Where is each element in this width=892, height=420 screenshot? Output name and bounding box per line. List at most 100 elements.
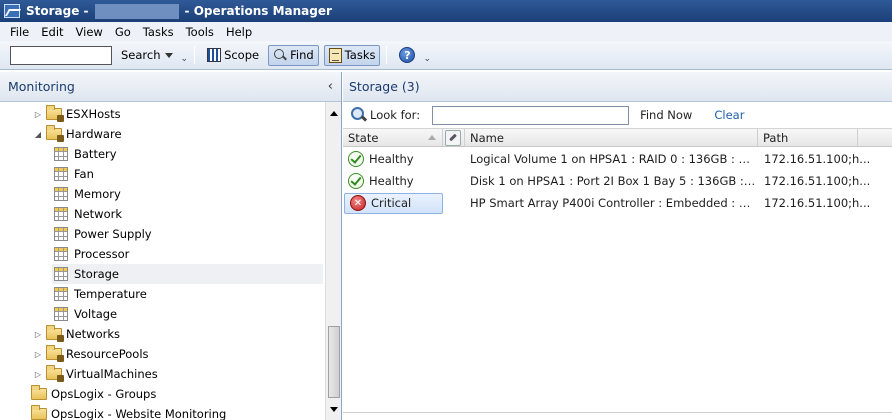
toolbar-overflow-icon[interactable]: ⌄ — [423, 54, 431, 64]
tree-item-voltage[interactable]: Voltage — [54, 304, 117, 324]
state-view-icon — [54, 167, 68, 181]
look-for-input[interactable] — [432, 105, 630, 125]
menu-edit[interactable]: Edit — [37, 25, 71, 39]
toolbar-overflow-icon[interactable]: ⌄ — [181, 54, 189, 64]
arrow-up-icon — [330, 110, 338, 116]
tree-item-storage[interactable]: Storage — [52, 264, 323, 284]
table-row[interactable]: ✕ Critical HP Smart Array P400i Controll… — [343, 192, 892, 214]
help-icon: ? — [399, 47, 416, 63]
tree-item-memory[interactable]: Memory — [54, 184, 121, 204]
column-header-maintenance[interactable] — [443, 129, 465, 146]
window-title-prefix: Storage - — [26, 4, 89, 18]
scope-button[interactable]: Scope — [203, 45, 263, 66]
tree-item-label: ResourcePools — [66, 347, 149, 361]
state-cell: ✕ Critical — [344, 192, 443, 214]
results-pane: Storage (3) Look for: Find Now Clear Sta… — [343, 72, 892, 420]
toolbar-separator — [386, 46, 388, 64]
menu-go[interactable]: Go — [111, 25, 139, 39]
sort-ascending-icon — [428, 135, 436, 140]
tasks-button[interactable]: Tasks — [323, 44, 381, 66]
column-header-label: State — [348, 130, 379, 145]
find-button[interactable]: Find — [268, 44, 319, 66]
search-dropdown-button[interactable]: Search — [117, 45, 177, 66]
name-cell: Disk 1 on HPSA1 : Port 2I Box 1 Bay 5 : … — [470, 174, 757, 188]
chevron-down-icon — [164, 52, 173, 58]
path-cell: 172.16.51.100;h... — [764, 152, 871, 166]
column-header-name[interactable]: Name — [465, 129, 758, 146]
healthy-check-icon — [348, 173, 364, 189]
clear-link[interactable]: Clear — [714, 108, 744, 122]
arrow-down-icon — [330, 406, 338, 412]
menu-help[interactable]: Help — [222, 25, 260, 39]
window-title-suffix: - Operations Manager — [184, 4, 332, 18]
tree-item-hardware[interactable]: ◢ Hardware — [33, 124, 122, 144]
scope-button-label: Scope — [224, 48, 260, 62]
menu-tasks[interactable]: Tasks — [139, 25, 182, 39]
expand-icon[interactable]: ▷ — [33, 110, 43, 119]
tree-item-label: OpsLogix - Groups — [51, 387, 157, 401]
tree-item-temperature[interactable]: Temperature — [54, 284, 147, 304]
tree-item-fan[interactable]: Fan — [54, 164, 94, 184]
path-cell: 172.16.51.100;h... — [764, 196, 871, 210]
look-for-label: Look for: — [370, 108, 421, 122]
state-view-icon — [54, 227, 68, 241]
results-pane-title: Storage (3) — [349, 79, 420, 94]
tree-item-label: Networks — [66, 327, 121, 341]
results-pane-header: Storage (3) — [343, 72, 892, 102]
tree-item-label: Voltage — [74, 307, 118, 321]
column-header-label: Path — [763, 130, 789, 145]
toolbar-search-input[interactable] — [10, 45, 112, 65]
expand-icon[interactable]: ▷ — [33, 370, 43, 379]
tree-item-network[interactable]: Network — [54, 204, 122, 224]
folder-icon — [46, 125, 64, 142]
column-header-label: Name — [470, 130, 504, 145]
tree-item-opslogix-groups[interactable]: OpsLogix - Groups — [31, 384, 156, 404]
state-cell: Healthy — [343, 148, 443, 170]
menu-view[interactable]: View — [72, 25, 111, 39]
state-view-icon — [54, 307, 68, 321]
tree-item-label: Power Supply — [74, 227, 152, 241]
find-now-button[interactable]: Find Now — [640, 108, 692, 122]
tree-item-label: VirtualMachines — [66, 367, 158, 381]
tree-item-opslogix-website-monitoring[interactable]: OpsLogix - Website Monitoring — [31, 404, 226, 420]
tree-item-battery[interactable]: Battery — [54, 144, 117, 164]
tree-item-processor[interactable]: Processor — [54, 244, 129, 264]
state-view-icon — [54, 267, 68, 281]
toolbar-separator — [194, 46, 196, 64]
magnifier-icon — [351, 107, 367, 123]
tree-item-resourcepools[interactable]: ▷ ResourcePools — [33, 344, 149, 364]
tree-vertical-scrollbar[interactable] — [325, 102, 341, 420]
tree-item-esxhosts[interactable]: ▷ ESXHosts — [33, 104, 121, 124]
collapse-pane-icon[interactable]: ‹ — [328, 79, 333, 94]
tree-item-virtualmachines[interactable]: ▷ VirtualMachines — [33, 364, 158, 384]
expand-icon[interactable]: ▷ — [33, 350, 43, 359]
tree-item-label: Storage — [74, 267, 119, 281]
collapse-icon[interactable]: ◢ — [33, 130, 43, 139]
table-row[interactable]: Healthy Logical Volume 1 on HPSA1 : RAID… — [343, 148, 892, 170]
help-button[interactable]: ? — [395, 45, 419, 66]
healthy-check-icon — [348, 151, 364, 167]
tree-item-power-supply[interactable]: Power Supply — [54, 224, 152, 244]
folder-icon — [46, 105, 64, 122]
state-label: Healthy — [369, 174, 414, 188]
app-icon — [4, 4, 20, 18]
menu-file[interactable]: File — [6, 25, 37, 39]
look-for-bar: Look for: Find Now Clear — [343, 102, 892, 128]
redacted-server-name — [94, 3, 179, 19]
scroll-up-button[interactable] — [326, 106, 342, 120]
table-row[interactable]: Healthy Disk 1 on HPSA1 : Port 2I Box 1 … — [343, 170, 892, 192]
scroll-thumb[interactable] — [328, 326, 340, 398]
state-label: Critical — [371, 196, 412, 210]
column-header-path[interactable]: Path — [758, 129, 858, 146]
tree-item-networks[interactable]: ▷ Networks — [33, 324, 120, 344]
expand-icon[interactable]: ▷ — [33, 330, 43, 339]
state-view-icon — [54, 247, 68, 261]
critical-x-icon: ✕ — [350, 195, 366, 211]
tree-item-label: Temperature — [74, 287, 147, 301]
menu-tools[interactable]: Tools — [182, 25, 222, 39]
navigation-pane-header: Monitoring ‹ — [0, 72, 341, 102]
scroll-down-button[interactable] — [326, 402, 342, 416]
grid-header: State Name Path — [343, 128, 892, 147]
tasks-button-label: Tasks — [344, 48, 376, 62]
column-header-state[interactable]: State — [343, 129, 443, 146]
